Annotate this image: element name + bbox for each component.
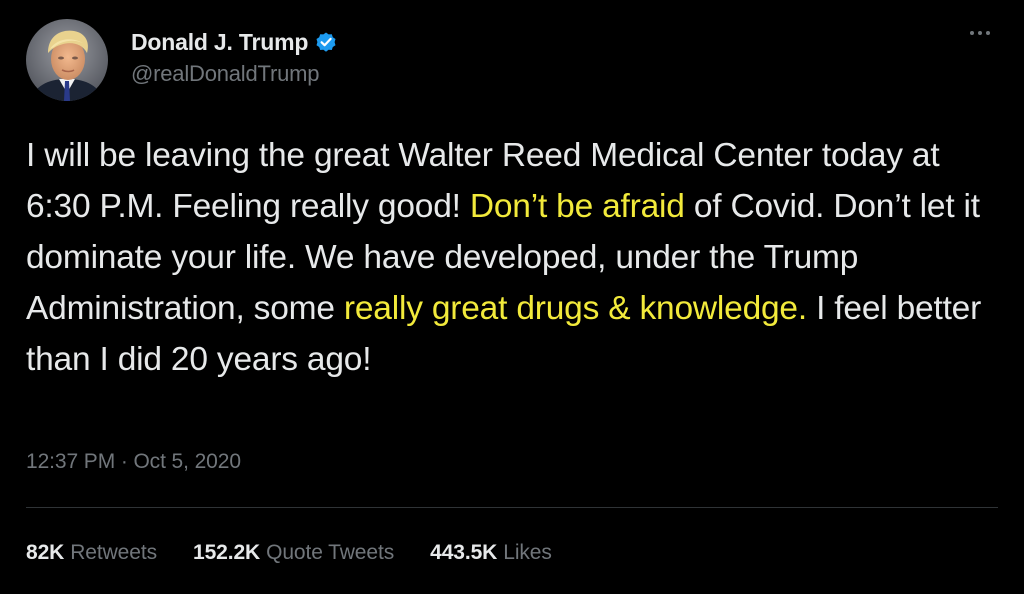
author-handle[interactable]: @realDonaldTrump	[131, 61, 338, 87]
likes-label: Likes	[503, 541, 552, 564]
avatar[interactable]	[26, 19, 108, 101]
tweet-text-highlight: really great drugs & knowledge.	[343, 290, 807, 327]
more-options-icon[interactable]	[962, 23, 998, 43]
verified-badge-icon	[314, 30, 338, 54]
retweets-count: 82K	[26, 541, 65, 564]
tweet-stats: 82K Retweets 152.2K Quote Tweets 443.5K …	[26, 541, 588, 565]
tweet-timestamp[interactable]: 12:37 PM · Oct 5, 2020	[26, 450, 241, 474]
tweet-text: I will be leaving the great Walter Reed …	[26, 130, 986, 385]
quote-tweets-count: 152.2K	[192, 541, 261, 564]
retweets-stat[interactable]: 82K Retweets	[26, 541, 157, 565]
author-names: Donald J. Trump @realDonaldTrump	[131, 27, 338, 87]
tweet-header: Donald J. Trump @realDonaldTrump	[26, 17, 998, 107]
likes-stat[interactable]: 443.5K Likes	[430, 541, 552, 565]
retweets-label: Retweets	[70, 541, 157, 564]
more-dot	[978, 31, 982, 35]
tweet-text-highlight: Don’t be afraid	[469, 188, 685, 225]
display-name-row: Donald J. Trump	[131, 27, 338, 57]
more-dot	[970, 31, 974, 35]
quote-tweets-label: Quote Tweets	[266, 541, 395, 564]
divider	[26, 507, 998, 508]
quote-tweets-stat[interactable]: 152.2K Quote Tweets	[193, 541, 394, 565]
likes-count: 443.5K	[430, 541, 498, 564]
tweet-card: Donald J. Trump @realDonaldTrump I will …	[0, 0, 1024, 594]
more-dot	[986, 31, 990, 35]
display-name[interactable]: Donald J. Trump	[131, 29, 308, 56]
